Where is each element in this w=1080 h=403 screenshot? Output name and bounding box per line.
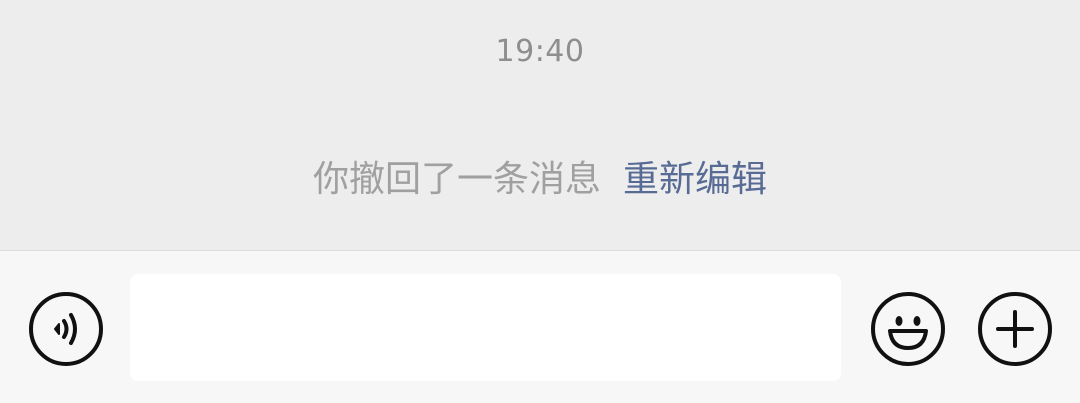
recall-message-text: 你撤回了一条消息 xyxy=(312,159,601,200)
input-bar xyxy=(0,250,1080,403)
chat-area: 19:40 你撤回了一条消息 重新编辑 xyxy=(0,0,1080,250)
plus-icon xyxy=(996,310,1034,348)
recall-notice: 你撤回了一条消息 重新编辑 xyxy=(0,156,1080,204)
reedit-link[interactable]: 重新编辑 xyxy=(623,159,767,200)
voice-icon xyxy=(54,313,77,345)
voice-input-button[interactable] xyxy=(29,292,103,366)
more-button[interactable] xyxy=(978,292,1052,366)
emoji-icon xyxy=(888,316,928,350)
emoji-button[interactable] xyxy=(871,292,945,366)
message-timestamp: 19:40 xyxy=(495,34,585,69)
message-input[interactable] xyxy=(130,274,841,381)
